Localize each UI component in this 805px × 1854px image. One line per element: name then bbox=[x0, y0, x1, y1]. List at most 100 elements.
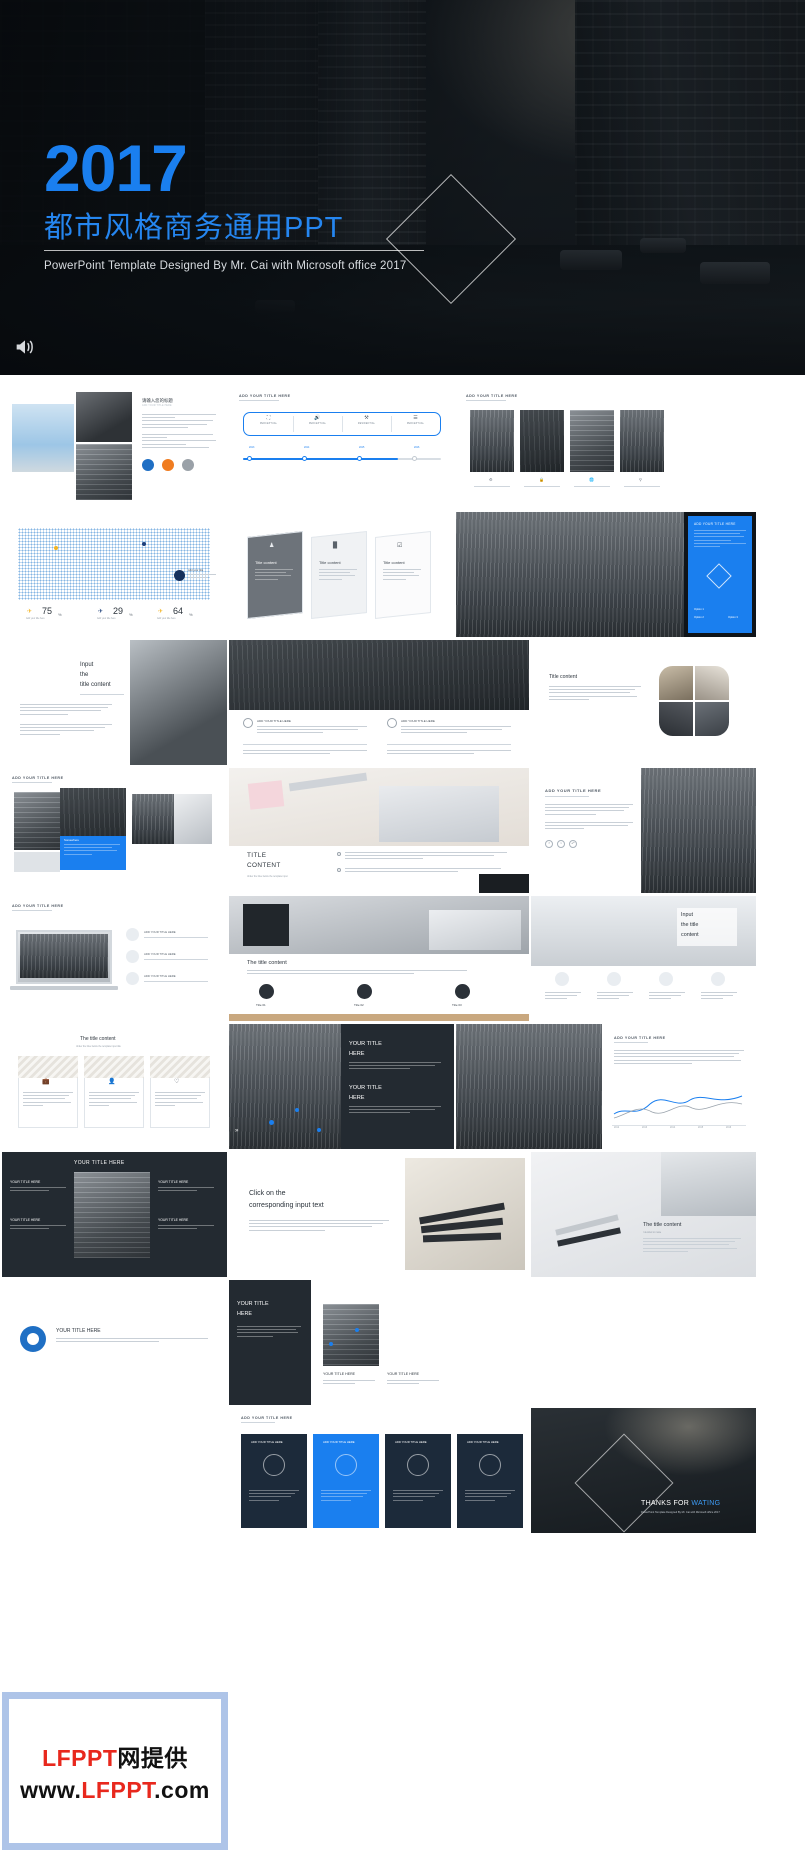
slide-thumb-photo-collage-intro[interactable]: 请输入您的标题 ADD YOUR TITLE HERE bbox=[2, 384, 227, 509]
tool-icon[interactable] bbox=[455, 984, 470, 999]
user-icon: ♟ bbox=[269, 543, 275, 549]
option-1[interactable]: Option 1 bbox=[694, 608, 704, 612]
slide-thumb-photo-stack-overlay[interactable]: ADD YOUR TITLE HERE Somewhere bbox=[2, 768, 227, 893]
slide-thumb-line-chart-slide[interactable]: ADD YOUR TITLE HERE 2012 2013 2014 2015 … bbox=[456, 1024, 756, 1149]
phone-icon[interactable] bbox=[711, 972, 725, 986]
slide18-title-2: HERE bbox=[349, 1051, 365, 1057]
promo-line2-red: LFPPT bbox=[81, 1776, 155, 1803]
slide-thumb-thanks-slide[interactable]: THANKS FOR WATING PowerPoint Template De… bbox=[531, 1408, 756, 1533]
laptop-icon[interactable] bbox=[555, 972, 569, 986]
cell-4-title: YOUR TITLE HERE bbox=[158, 1218, 189, 1222]
slide-thumb-the-title-content-pens[interactable]: The title content I decided to make bbox=[531, 1152, 756, 1277]
slide-thumb-notebook-photo-three-steps[interactable]: The title content Title 01 Title 02 Titl… bbox=[229, 896, 529, 1021]
link-icon[interactable]: ☍ bbox=[569, 840, 577, 848]
slider-knob-1[interactable] bbox=[247, 456, 252, 461]
cell-2-title: YOUR TITLE HERE bbox=[158, 1180, 189, 1184]
slide11-title-2: CONTENT bbox=[247, 862, 281, 869]
slide-thumb-click-on-corresponding-input[interactable]: Click on the corresponding input text bbox=[229, 1152, 529, 1277]
slide7-title-2: the bbox=[80, 672, 89, 678]
slide-thumb-four-navy-cards[interactable]: ADD YOUR TITLE HERE ADD YOUR TITLE HERE … bbox=[229, 1408, 529, 1533]
hero-title-cn: 都市风格商务通用PPT bbox=[44, 212, 344, 244]
stat-1-label: Add your title here bbox=[26, 618, 45, 620]
slide-thumb-title-content-circle-photos[interactable]: Title content bbox=[531, 640, 756, 765]
thumb-row-5: ADD YOUR TITLE HERE ADD YOUR TITLE HERE … bbox=[0, 896, 805, 1021]
card-1-title: ADD YOUR TITLE HERE bbox=[251, 1440, 283, 1444]
globe-icon[interactable] bbox=[142, 459, 154, 471]
document-icon: ☰ bbox=[413, 415, 418, 421]
thumb-row-6: The title content Under the blue below t… bbox=[0, 1024, 805, 1149]
slide-thumb-four-photo-cards[interactable]: ADD YOUR TITLE HERE ⚙ 🔒 🌐 ⚲ bbox=[456, 384, 681, 509]
camera-icon[interactable] bbox=[607, 972, 621, 986]
chevron-right-icon[interactable]: » bbox=[235, 1128, 238, 1134]
card-2-title: ADD YOUR TITLE HERE bbox=[323, 1440, 355, 1444]
hero-text-block: 2017 都市风格商务通用PPT PowerPoint Template Des… bbox=[44, 135, 424, 272]
slide-thumb-two-column-street-photos[interactable]: ADD YOUR TITLE HERE ADD YOUR TITLE HERE bbox=[229, 640, 529, 765]
option-3[interactable]: Option 3 bbox=[728, 616, 738, 620]
badge-label: Somewhere bbox=[64, 838, 79, 842]
slide-thumb-tab-bar-and-slider[interactable]: ADD YOUR TITLE HERE ⛶ PERCEPTUAL 🔊 PERCE… bbox=[229, 384, 454, 509]
card-1-title: Title content bbox=[255, 560, 277, 565]
monitor-icon bbox=[479, 1454, 501, 1476]
tab-4[interactable]: ☰ PERCEPTUAL bbox=[391, 413, 440, 435]
thumb-row-7: YOUR TITLE HERE YOUR TITLE HERE YOUR TIT… bbox=[0, 1152, 805, 1277]
heart-icon: ♡ bbox=[174, 1079, 180, 1085]
slide16-title-2: the title bbox=[681, 922, 699, 928]
card-3-title: Title content bbox=[383, 560, 405, 565]
slider-knob-4[interactable] bbox=[412, 456, 417, 461]
facebook-icon[interactable]: f bbox=[545, 840, 553, 848]
briefcase-icon: 💼 bbox=[42, 1079, 50, 1085]
slide22-title-1: Click on the bbox=[249, 1190, 286, 1197]
slider-knob-2[interactable] bbox=[302, 456, 307, 461]
tab-2[interactable]: 🔊 PERCEPTUAL bbox=[293, 413, 342, 435]
thumb-row-2: Add your title ✈ 75 % Add your title her… bbox=[0, 512, 805, 637]
trend-chart-icon[interactable] bbox=[162, 459, 174, 471]
slide22-title-2: corresponding input text bbox=[249, 1202, 324, 1209]
slide-thumb-add-your-title-here-text[interactable]: ADD YOUR TITLE HERE f t ☍ bbox=[531, 768, 756, 893]
pencil-icon[interactable] bbox=[126, 928, 139, 941]
slide12-header: ADD YOUR TITLE HERE bbox=[545, 788, 602, 793]
slide-thumb-three-skewed-cards[interactable]: ♟ ▉ ☑ Title content Title content Title … bbox=[229, 512, 454, 637]
chart-icon[interactable] bbox=[126, 972, 139, 985]
wrench-icon[interactable] bbox=[182, 459, 194, 471]
stat-1-unit: % bbox=[58, 612, 62, 617]
slide-thumb-your-title-here-dark-left[interactable]: YOUR TITLE HERE YOUR TITLE HERE YOUR TIT… bbox=[229, 1280, 454, 1405]
slide-thumb-your-title-here-dark-split[interactable]: YOUR TITLE HERE YOUR TITLE HERE » bbox=[229, 1024, 454, 1149]
slide-thumb-circle-avatar-title-row[interactable]: YOUR TITLE HERE bbox=[2, 1280, 227, 1405]
slide-thumb-laptop-mockup-list[interactable]: ADD YOUR TITLE HERE ADD YOUR TITLE HERE … bbox=[2, 896, 227, 1021]
twitter-icon[interactable]: t bbox=[557, 840, 565, 848]
slide-thumb-street-photo-blue-panel[interactable]: ADD YOUR TITLE HERE Option 1 Option 2 Op… bbox=[456, 512, 756, 637]
slide-thumb-three-icon-cards[interactable]: The title content Under the blue below t… bbox=[2, 1024, 227, 1149]
tab-bar[interactable]: ⛶ PERCEPTUAL 🔊 PERCEPTUAL ⚒ RESIDENTIAL … bbox=[243, 412, 441, 436]
hierarchy-icon bbox=[407, 1454, 429, 1476]
tab-3[interactable]: ⚒ RESIDENTIAL bbox=[342, 413, 391, 435]
slide-thumb-input-the-title-content[interactable]: Input the title content bbox=[2, 640, 227, 765]
map-callout-dot[interactable] bbox=[174, 570, 185, 581]
xtick-2: 2013 bbox=[642, 1127, 648, 1129]
slide-thumb-spacer bbox=[456, 1280, 681, 1405]
cell-1-title: YOUR TITLE HERE bbox=[10, 1180, 41, 1184]
panel-title: ADD YOUR TITLE HERE bbox=[694, 522, 736, 526]
headphone-icon[interactable] bbox=[659, 972, 673, 986]
speaker-icon[interactable] bbox=[14, 337, 36, 357]
slide-thumb-desk-photo-title-content[interactable]: TITLE CONTENT Under the blue below the t… bbox=[229, 768, 529, 893]
slide1-title-en: ADD YOUR TITLE HERE bbox=[142, 405, 172, 407]
slide-thumb-world-map-stats[interactable]: Add your title ✈ 75 % Add your title her… bbox=[2, 512, 227, 637]
slide21-header: YOUR TITLE HERE bbox=[74, 1160, 125, 1166]
slide-thumb-four-title-grid-dark[interactable]: YOUR TITLE HERE YOUR TITLE HERE YOUR TIT… bbox=[2, 1152, 227, 1277]
rocket-icon[interactable] bbox=[357, 984, 372, 999]
thumb-row-4: ADD YOUR TITLE HERE Somewhere TITLE CONT… bbox=[0, 768, 805, 893]
card-icon-2 bbox=[387, 718, 397, 728]
slide25-title-1: YOUR TITLE bbox=[237, 1301, 269, 1307]
clock-icon[interactable] bbox=[259, 984, 274, 999]
thumb-row-1: 请输入您的标题 ADD YOUR TITLE HERE ADD YOUR TIT… bbox=[0, 384, 805, 509]
step-label-4: 2016 bbox=[414, 446, 420, 449]
slider-knob-3[interactable] bbox=[357, 456, 362, 461]
tab-1[interactable]: ⛶ PERCEPTUAL bbox=[244, 413, 293, 435]
slide3-header: ADD YOUR TITLE HERE bbox=[466, 394, 518, 398]
slide1-title-cn: 请输入您的标题 bbox=[142, 398, 173, 403]
option-2[interactable]: Option 2 bbox=[694, 616, 704, 620]
edit-icon[interactable] bbox=[126, 950, 139, 963]
slide-thumb-input-the-title-content-2[interactable]: Input the title content bbox=[531, 896, 756, 1021]
xtick-4: 2015 bbox=[698, 1127, 704, 1129]
slide15-title: The title content bbox=[247, 960, 287, 966]
